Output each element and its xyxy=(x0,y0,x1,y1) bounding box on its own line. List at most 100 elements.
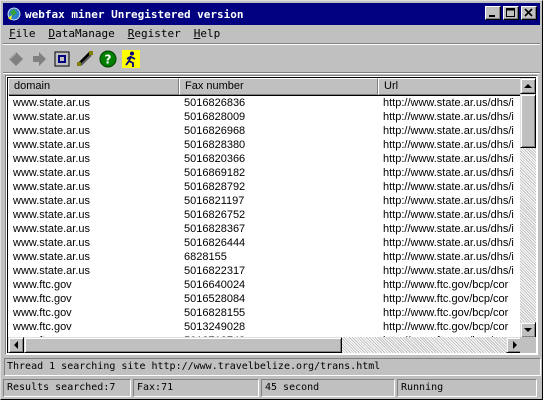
table-row[interactable]: www.state.ar.us 5016820366 http://www.stat… xyxy=(8,152,521,166)
app-logo-icon xyxy=(6,6,22,22)
table-row[interactable]: www.state.ar.us 5016822317 http://www.stat… xyxy=(8,264,521,278)
scroll-up-button[interactable] xyxy=(520,78,536,94)
arrow-right-icon xyxy=(513,341,517,349)
cell-fax-number: 5016828792 xyxy=(184,181,246,193)
status-state: Running xyxy=(397,379,537,397)
table-row[interactable]: www.state.ar.us 5016826968 http://www.stat… xyxy=(8,124,521,138)
cell-url: http://www.state.ar.us/dhs/i xyxy=(383,97,514,109)
cell-fax-number: 5016822317 xyxy=(184,265,246,277)
help-question-icon: ? xyxy=(99,50,116,68)
cell-domain: www.state.ar.us xyxy=(13,209,91,221)
vertical-scrollbar[interactable] xyxy=(520,78,536,338)
cell-fax-number: 6828155 xyxy=(184,251,227,263)
back-button[interactable] xyxy=(4,48,27,71)
table-row[interactable]: www.state.ar.us 5016869182 http://www.stat… xyxy=(8,166,521,180)
cell-url: http://www.state.ar.us/dhs/i xyxy=(383,153,514,165)
menu-bar: File DataManage Register Help xyxy=(3,25,540,43)
stop-button[interactable] xyxy=(50,48,73,71)
column-header-url[interactable]: Url xyxy=(378,78,521,95)
cell-domain: www.ftc.gov xyxy=(13,279,72,291)
maximize-button[interactable] xyxy=(503,6,519,20)
table-row[interactable]: www.ftc.gov 5016828155 http://www.ftc.gov/… xyxy=(8,306,521,320)
minimize-icon xyxy=(489,15,495,17)
cell-url: http://www.state.ar.us/dhs/i xyxy=(383,223,514,235)
cell-fax-number: 5016826752 xyxy=(184,209,246,221)
table-body: www.state.ar.us 5016826836 http://www.stat… xyxy=(8,96,521,348)
forward-button[interactable] xyxy=(27,48,50,71)
menu-datamanage[interactable]: DataManage xyxy=(43,25,122,43)
table-row[interactable]: www.ftc.gov 5016640024 http://www.ftc.gov/… xyxy=(8,278,521,292)
connect-button[interactable] xyxy=(73,48,96,71)
cell-domain: www.ftc.gov xyxy=(13,321,72,333)
table-row[interactable]: www.state.ar.us 5016828380 http://www.stat… xyxy=(8,138,521,152)
toolbar-divider-bottom xyxy=(3,72,540,74)
menu-help[interactable]: Help xyxy=(188,25,228,43)
close-button[interactable] xyxy=(521,6,537,20)
cell-url: http://www.state.ar.us/dhs/i xyxy=(383,139,514,151)
scroll-left-button[interactable] xyxy=(8,337,24,353)
cell-domain: www.state.ar.us xyxy=(13,153,91,165)
cell-url: http://www.state.ar.us/dhs/i xyxy=(383,125,514,137)
scrollbar-corner xyxy=(520,337,536,353)
toolbar-divider xyxy=(3,43,540,45)
cell-fax-number: 5016826968 xyxy=(184,125,246,137)
status-elapsed-time: 45 second xyxy=(261,379,395,397)
horizontal-scrollbar[interactable] xyxy=(8,337,522,353)
app-window: webfax miner Unregistered version File D… xyxy=(0,0,543,400)
arrow-left-icon xyxy=(14,341,18,349)
cell-domain: www.state.ar.us xyxy=(13,181,91,193)
table-row[interactable]: www.state.ar.us 5016826752 http://www.stat… xyxy=(8,208,521,222)
cell-domain: www.state.ar.us xyxy=(13,139,91,151)
horizontal-scroll-thumb[interactable] xyxy=(24,337,342,353)
back-diamond-icon xyxy=(8,52,23,66)
cell-domain: www.state.ar.us xyxy=(13,251,91,263)
cell-fax-number: 5016828009 xyxy=(184,111,246,123)
title-bar[interactable]: webfax miner Unregistered version xyxy=(3,3,540,25)
help-button[interactable]: ? xyxy=(96,48,119,71)
minimize-button[interactable] xyxy=(485,6,501,20)
svg-text:?: ? xyxy=(104,53,111,67)
table-row[interactable]: www.state.ar.us 5016826444 http://www.stat… xyxy=(8,236,521,250)
cell-url: http://www.ftc.gov/bcp/cor xyxy=(383,307,509,319)
scroll-down-button[interactable] xyxy=(520,322,536,338)
vertical-scroll-thumb[interactable] xyxy=(520,94,536,148)
table-row[interactable]: www.state.ar.us 5016828367 http://www.stat… xyxy=(8,222,521,236)
arrow-up-icon xyxy=(524,84,532,88)
cell-domain: www.state.ar.us xyxy=(13,237,91,249)
status-bar: Results searched:7 Fax:71 45 second Runn… xyxy=(3,379,541,398)
column-header-domain[interactable]: domain xyxy=(8,78,179,95)
cell-domain: www.state.ar.us xyxy=(13,125,91,137)
run-person-icon xyxy=(121,50,140,68)
cell-url: http://www.ftc.gov/bcp/cor xyxy=(383,321,509,333)
table-row[interactable]: www.state.ar.us 5016826836 http://www.stat… xyxy=(8,96,521,110)
table-row[interactable]: www.ftc.gov 5013249028 http://www.ftc.gov/… xyxy=(8,320,521,334)
table-row[interactable]: www.state.ar.us 5016821197 http://www.stat… xyxy=(8,194,521,208)
menu-file[interactable]: File xyxy=(3,25,43,43)
run-button[interactable] xyxy=(119,48,142,71)
maximize-icon xyxy=(506,8,515,17)
cell-domain: www.state.ar.us xyxy=(13,223,91,235)
cell-url: http://www.state.ar.us/dhs/i xyxy=(383,237,514,249)
cell-fax-number: 5016640024 xyxy=(184,279,246,291)
cell-url: http://www.ftc.gov/bcp/cor xyxy=(383,279,509,291)
table-row[interactable]: www.state.ar.us 6828155 http://www.state.a… xyxy=(8,250,521,264)
cell-url: http://www.state.ar.us/dhs/i xyxy=(383,195,514,207)
cell-domain: www.state.ar.us xyxy=(13,265,91,277)
results-table[interactable]: domain Fax number Url www.state.ar.us 501… xyxy=(5,75,538,355)
cell-fax-number: 5016528084 xyxy=(184,293,246,305)
cell-domain: www.state.ar.us xyxy=(13,111,91,123)
cell-domain: www.state.ar.us xyxy=(13,195,91,207)
column-header-fax-number[interactable]: Fax number xyxy=(179,78,378,95)
cell-fax-number: 5016826836 xyxy=(184,97,246,109)
cell-fax-number: 5016826444 xyxy=(184,237,246,249)
menu-register[interactable]: Register xyxy=(122,25,188,43)
thread-status-text: Thread 1 searching site http://www.trave… xyxy=(4,358,541,376)
cell-url: http://www.state.ar.us/dhs/i xyxy=(383,181,514,193)
table-row[interactable]: www.state.ar.us 5016828009 http://www.stat… xyxy=(8,110,521,124)
cell-url: http://www.state.ar.us/dhs/i xyxy=(383,265,514,277)
stop-square-icon xyxy=(54,51,69,67)
table-row[interactable]: www.ftc.gov 5016528084 http://www.ftc.gov/… xyxy=(8,292,521,306)
cell-fax-number: 5016828155 xyxy=(184,307,246,319)
cell-fax-number: 5016820366 xyxy=(184,153,246,165)
table-row[interactable]: www.state.ar.us 5016828792 http://www.stat… xyxy=(8,180,521,194)
